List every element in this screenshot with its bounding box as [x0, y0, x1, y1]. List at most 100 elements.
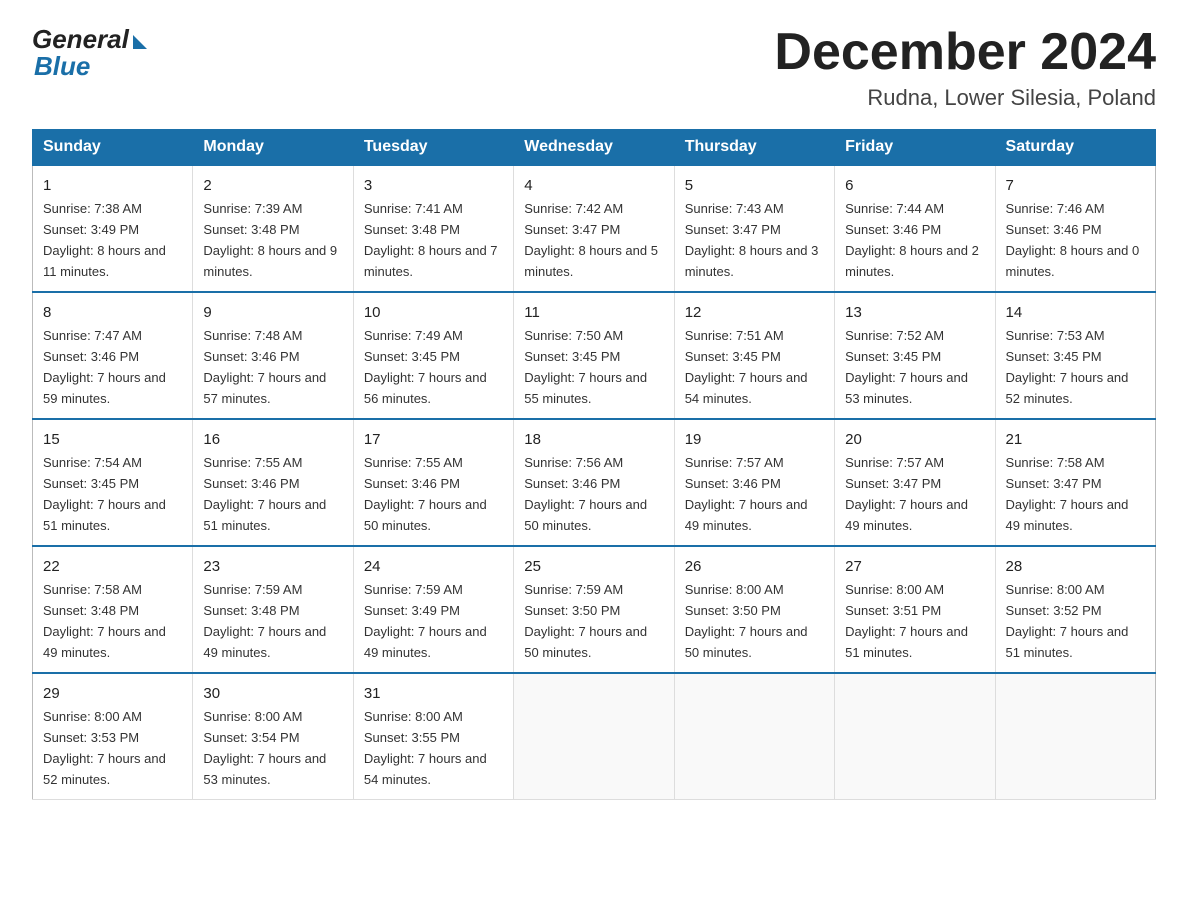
weekday-header-friday: Friday [835, 130, 995, 166]
weekday-header-tuesday: Tuesday [353, 130, 513, 166]
day-info: Sunrise: 8:00 AMSunset: 3:53 PMDaylight:… [43, 709, 166, 787]
calendar-day-cell: 1 Sunrise: 7:38 AMSunset: 3:49 PMDayligh… [33, 165, 193, 292]
day-info: Sunrise: 7:57 AMSunset: 3:47 PMDaylight:… [845, 455, 968, 533]
calendar-table: SundayMondayTuesdayWednesdayThursdayFrid… [32, 129, 1156, 800]
day-number: 12 [685, 301, 824, 324]
day-info: Sunrise: 7:43 AMSunset: 3:47 PMDaylight:… [685, 201, 819, 279]
calendar-day-cell: 14 Sunrise: 7:53 AMSunset: 3:45 PMDaylig… [995, 292, 1155, 419]
calendar-day-cell: 16 Sunrise: 7:55 AMSunset: 3:46 PMDaylig… [193, 419, 353, 546]
calendar-day-cell: 5 Sunrise: 7:43 AMSunset: 3:47 PMDayligh… [674, 165, 834, 292]
calendar-day-cell: 20 Sunrise: 7:57 AMSunset: 3:47 PMDaylig… [835, 419, 995, 546]
calendar-day-cell: 22 Sunrise: 7:58 AMSunset: 3:48 PMDaylig… [33, 546, 193, 673]
calendar-day-cell: 30 Sunrise: 8:00 AMSunset: 3:54 PMDaylig… [193, 673, 353, 799]
weekday-header-wednesday: Wednesday [514, 130, 674, 166]
calendar-day-cell: 12 Sunrise: 7:51 AMSunset: 3:45 PMDaylig… [674, 292, 834, 419]
calendar-day-cell: 29 Sunrise: 8:00 AMSunset: 3:53 PMDaylig… [33, 673, 193, 799]
day-number: 6 [845, 174, 984, 197]
page-header: General Blue December 2024 Rudna, Lower … [32, 24, 1156, 111]
day-number: 27 [845, 555, 984, 578]
day-info: Sunrise: 7:51 AMSunset: 3:45 PMDaylight:… [685, 328, 808, 406]
calendar-day-cell: 13 Sunrise: 7:52 AMSunset: 3:45 PMDaylig… [835, 292, 995, 419]
calendar-day-cell: 11 Sunrise: 7:50 AMSunset: 3:45 PMDaylig… [514, 292, 674, 419]
calendar-day-cell: 18 Sunrise: 7:56 AMSunset: 3:46 PMDaylig… [514, 419, 674, 546]
day-number: 18 [524, 428, 663, 451]
day-number: 15 [43, 428, 182, 451]
day-info: Sunrise: 7:59 AMSunset: 3:50 PMDaylight:… [524, 582, 647, 660]
day-number: 29 [43, 682, 182, 705]
calendar-day-cell: 28 Sunrise: 8:00 AMSunset: 3:52 PMDaylig… [995, 546, 1155, 673]
logo-arrow-icon [133, 35, 147, 49]
day-info: Sunrise: 8:00 AMSunset: 3:51 PMDaylight:… [845, 582, 968, 660]
calendar-day-cell: 24 Sunrise: 7:59 AMSunset: 3:49 PMDaylig… [353, 546, 513, 673]
day-info: Sunrise: 7:46 AMSunset: 3:46 PMDaylight:… [1006, 201, 1140, 279]
day-info: Sunrise: 8:00 AMSunset: 3:54 PMDaylight:… [203, 709, 326, 787]
calendar-day-cell: 21 Sunrise: 7:58 AMSunset: 3:47 PMDaylig… [995, 419, 1155, 546]
day-info: Sunrise: 7:56 AMSunset: 3:46 PMDaylight:… [524, 455, 647, 533]
calendar-day-cell: 10 Sunrise: 7:49 AMSunset: 3:45 PMDaylig… [353, 292, 513, 419]
day-number: 28 [1006, 555, 1145, 578]
day-info: Sunrise: 7:47 AMSunset: 3:46 PMDaylight:… [43, 328, 166, 406]
day-info: Sunrise: 7:49 AMSunset: 3:45 PMDaylight:… [364, 328, 487, 406]
calendar-day-cell: 3 Sunrise: 7:41 AMSunset: 3:48 PMDayligh… [353, 165, 513, 292]
calendar-day-cell [674, 673, 834, 799]
calendar-day-cell: 6 Sunrise: 7:44 AMSunset: 3:46 PMDayligh… [835, 165, 995, 292]
calendar-week-4: 22 Sunrise: 7:58 AMSunset: 3:48 PMDaylig… [33, 546, 1156, 673]
day-info: Sunrise: 7:58 AMSunset: 3:48 PMDaylight:… [43, 582, 166, 660]
calendar-day-cell: 19 Sunrise: 7:57 AMSunset: 3:46 PMDaylig… [674, 419, 834, 546]
calendar-day-cell: 4 Sunrise: 7:42 AMSunset: 3:47 PMDayligh… [514, 165, 674, 292]
day-info: Sunrise: 7:41 AMSunset: 3:48 PMDaylight:… [364, 201, 498, 279]
day-number: 20 [845, 428, 984, 451]
day-number: 26 [685, 555, 824, 578]
day-number: 8 [43, 301, 182, 324]
day-info: Sunrise: 7:57 AMSunset: 3:46 PMDaylight:… [685, 455, 808, 533]
calendar-week-1: 1 Sunrise: 7:38 AMSunset: 3:49 PMDayligh… [33, 165, 1156, 292]
weekday-header-row: SundayMondayTuesdayWednesdayThursdayFrid… [33, 130, 1156, 166]
weekday-header-monday: Monday [193, 130, 353, 166]
calendar-day-cell [514, 673, 674, 799]
day-number: 2 [203, 174, 342, 197]
weekday-header-thursday: Thursday [674, 130, 834, 166]
calendar-week-2: 8 Sunrise: 7:47 AMSunset: 3:46 PMDayligh… [33, 292, 1156, 419]
day-number: 13 [845, 301, 984, 324]
day-number: 10 [364, 301, 503, 324]
day-info: Sunrise: 7:42 AMSunset: 3:47 PMDaylight:… [524, 201, 658, 279]
calendar-day-cell: 27 Sunrise: 8:00 AMSunset: 3:51 PMDaylig… [835, 546, 995, 673]
day-info: Sunrise: 7:53 AMSunset: 3:45 PMDaylight:… [1006, 328, 1129, 406]
title-block: December 2024 Rudna, Lower Silesia, Pola… [774, 24, 1156, 111]
calendar-day-cell: 15 Sunrise: 7:54 AMSunset: 3:45 PMDaylig… [33, 419, 193, 546]
day-info: Sunrise: 7:59 AMSunset: 3:49 PMDaylight:… [364, 582, 487, 660]
calendar-day-cell: 31 Sunrise: 8:00 AMSunset: 3:55 PMDaylig… [353, 673, 513, 799]
day-number: 23 [203, 555, 342, 578]
day-number: 17 [364, 428, 503, 451]
day-number: 19 [685, 428, 824, 451]
location-subtitle: Rudna, Lower Silesia, Poland [774, 85, 1156, 111]
calendar-day-cell: 2 Sunrise: 7:39 AMSunset: 3:48 PMDayligh… [193, 165, 353, 292]
day-number: 9 [203, 301, 342, 324]
month-year-title: December 2024 [774, 24, 1156, 81]
day-number: 1 [43, 174, 182, 197]
calendar-day-cell: 26 Sunrise: 8:00 AMSunset: 3:50 PMDaylig… [674, 546, 834, 673]
day-number: 25 [524, 555, 663, 578]
day-number: 21 [1006, 428, 1145, 451]
day-number: 31 [364, 682, 503, 705]
calendar-day-cell: 25 Sunrise: 7:59 AMSunset: 3:50 PMDaylig… [514, 546, 674, 673]
calendar-day-cell: 17 Sunrise: 7:55 AMSunset: 3:46 PMDaylig… [353, 419, 513, 546]
day-number: 5 [685, 174, 824, 197]
day-info: Sunrise: 7:39 AMSunset: 3:48 PMDaylight:… [203, 201, 337, 279]
day-number: 22 [43, 555, 182, 578]
weekday-header-saturday: Saturday [995, 130, 1155, 166]
day-number: 30 [203, 682, 342, 705]
calendar-body: 1 Sunrise: 7:38 AMSunset: 3:49 PMDayligh… [33, 165, 1156, 799]
day-info: Sunrise: 8:00 AMSunset: 3:50 PMDaylight:… [685, 582, 808, 660]
calendar-week-3: 15 Sunrise: 7:54 AMSunset: 3:45 PMDaylig… [33, 419, 1156, 546]
logo: General Blue [32, 24, 147, 82]
day-info: Sunrise: 7:44 AMSunset: 3:46 PMDaylight:… [845, 201, 979, 279]
weekday-header-sunday: Sunday [33, 130, 193, 166]
day-number: 4 [524, 174, 663, 197]
calendar-day-cell: 9 Sunrise: 7:48 AMSunset: 3:46 PMDayligh… [193, 292, 353, 419]
day-info: Sunrise: 7:59 AMSunset: 3:48 PMDaylight:… [203, 582, 326, 660]
calendar-header: SundayMondayTuesdayWednesdayThursdayFrid… [33, 130, 1156, 166]
day-info: Sunrise: 8:00 AMSunset: 3:55 PMDaylight:… [364, 709, 487, 787]
day-info: Sunrise: 7:55 AMSunset: 3:46 PMDaylight:… [203, 455, 326, 533]
calendar-day-cell [995, 673, 1155, 799]
